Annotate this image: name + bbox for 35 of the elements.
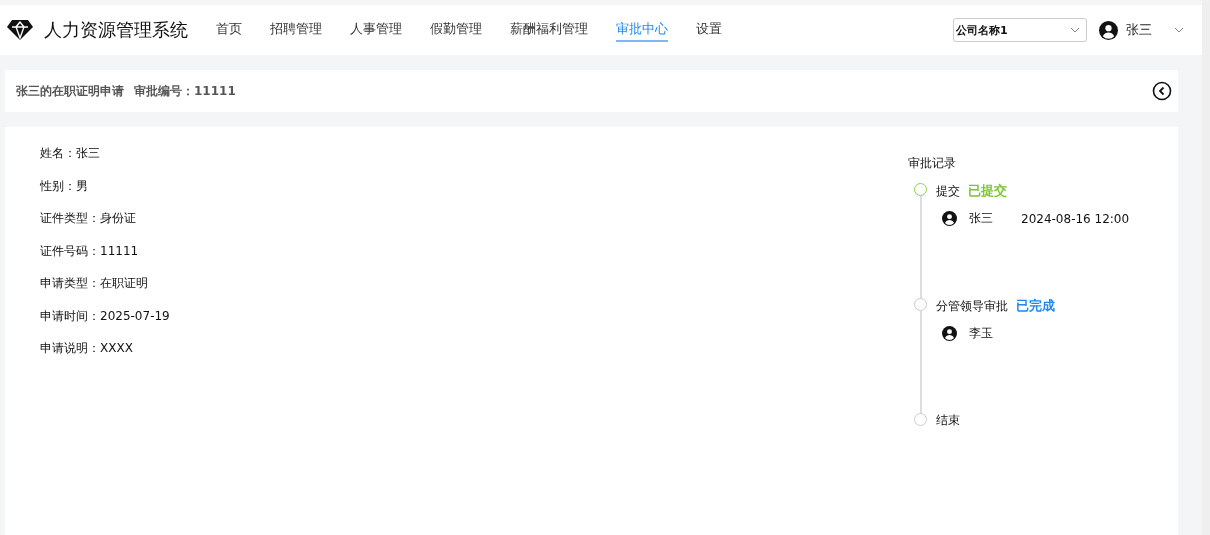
step-name: 结束 bbox=[936, 412, 960, 429]
record-title: 审批记录 bbox=[908, 155, 957, 172]
user-icon bbox=[1099, 20, 1118, 40]
nav-tab[interactable]: 设置 bbox=[696, 18, 722, 42]
nav-tab[interactable]: 薪酬福利管理 bbox=[510, 18, 588, 42]
info-field: 证件类型：身份证 bbox=[40, 210, 170, 227]
chevron-down-icon bbox=[1070, 27, 1080, 33]
step-name: 分管领导审批 bbox=[936, 298, 1008, 315]
chevron-down-icon bbox=[1174, 27, 1184, 33]
step-status: 已提交 bbox=[968, 182, 1007, 200]
nav-tab[interactable]: 审批中心 bbox=[616, 18, 668, 42]
back-icon[interactable] bbox=[1152, 81, 1172, 101]
nav-tab[interactable]: 首页 bbox=[216, 18, 242, 42]
app-title: 人力资源管理系统 bbox=[44, 18, 188, 42]
approver-name: 张三 bbox=[969, 210, 993, 227]
nav-tab[interactable]: 招聘管理 bbox=[270, 18, 322, 42]
company-select[interactable]: 公司名称1 bbox=[953, 18, 1087, 42]
approver-name: 李玉 bbox=[969, 325, 993, 342]
step-time: 2024-08-16 12:00 bbox=[1021, 211, 1130, 226]
nav-tab[interactable]: 人事管理 bbox=[350, 18, 402, 42]
info-field: 性别：男 bbox=[40, 177, 170, 195]
diamond-icon bbox=[6, 19, 34, 41]
info-field: 姓名：张三 bbox=[40, 145, 170, 162]
info-field: 申请说明：XXXX bbox=[40, 340, 170, 357]
user-icon bbox=[942, 326, 957, 341]
user-icon bbox=[942, 211, 957, 226]
page-title: 张三的在职证明申请 bbox=[16, 82, 124, 100]
info-field: 申请类型：在职证明 bbox=[40, 275, 170, 292]
step-status: 已完成 bbox=[1016, 297, 1055, 315]
user-name[interactable]: 张三 bbox=[1126, 21, 1152, 39]
step-name: 提交 bbox=[936, 183, 960, 200]
approval-number: 审批编号：11111 bbox=[134, 82, 236, 100]
nav-tab[interactable]: 假勤管理 bbox=[430, 18, 482, 42]
info-field: 申请时间：2025-07-19 bbox=[40, 307, 170, 325]
info-field: 证件号码：11111 bbox=[40, 242, 170, 260]
